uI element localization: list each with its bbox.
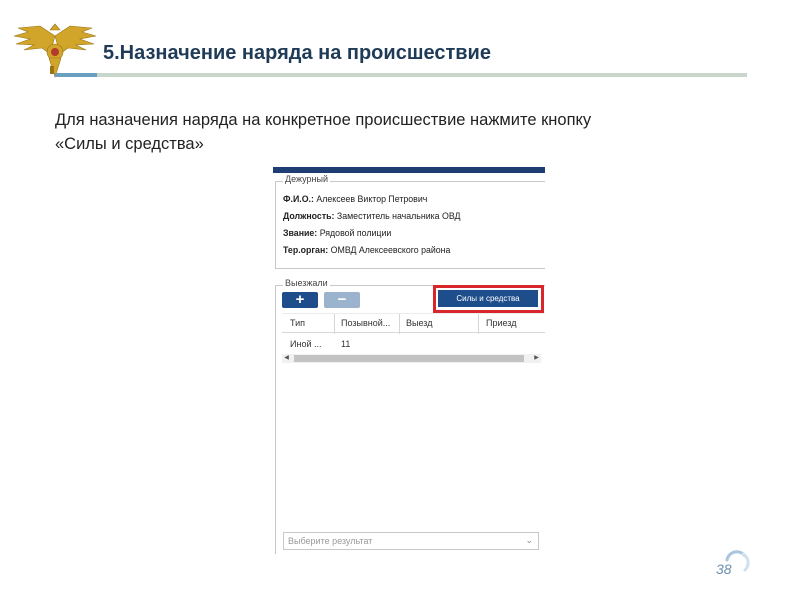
column-header-arrival[interactable]: Приезд <box>486 318 517 328</box>
title-divider-accent <box>55 73 97 77</box>
column-header-callsign[interactable]: Позывной... <box>341 318 390 328</box>
column-divider <box>399 314 400 334</box>
forces-and-means-button[interactable]: Силы и средства <box>438 290 538 307</box>
column-divider <box>478 314 479 334</box>
table-row[interactable]: Иной ... 11 <box>282 336 545 352</box>
terorgan-line: Тер.орган: ОМВД Алексеевского района <box>283 245 450 255</box>
rank-value: Рядовой полиции <box>319 228 392 238</box>
terorgan-value: ОМВД Алексеевского района <box>330 245 451 255</box>
fio-line: Ф.И.О.: Алексеев Виктор Петрович <box>283 194 427 204</box>
scrollbar-thumb[interactable] <box>294 355 524 362</box>
fio-label: Ф.И.О.: <box>283 194 314 204</box>
column-header-type[interactable]: Тип <box>290 318 305 328</box>
duty-officer-legend: Дежурный <box>283 174 330 184</box>
fio-value: Алексеев Виктор Петрович <box>316 194 428 204</box>
minus-icon: − <box>337 291 347 308</box>
title-divider <box>55 73 747 77</box>
scroll-right-icon[interactable]: ▶ <box>532 354 541 363</box>
incident-app-panel: Дежурный Ф.И.О.: Алексеев Виктор Петрови… <box>273 167 545 554</box>
rank-line: Звание: Рядовой полиции <box>283 228 391 238</box>
slide-title: 5.Назначение наряда на происшествие <box>103 42 491 64</box>
column-header-departure[interactable]: Выезд <box>406 318 432 328</box>
instruction-text: Для назначения наряда на конкретное прои… <box>55 108 735 156</box>
terorgan-label: Тер.орган: <box>283 245 329 255</box>
plus-icon: + <box>295 291 305 308</box>
units-grid-header: Тип Позывной... Выезд Приезд <box>282 313 545 334</box>
rank-label: Звание: <box>283 228 318 238</box>
result-select[interactable]: Выберите результат ⌄ <box>283 532 539 550</box>
instruction-line-2: «Силы и средства» <box>55 135 204 153</box>
chevron-down-icon[interactable]: ⌄ <box>525 535 533 546</box>
position-label: Должность: <box>283 211 335 221</box>
page-number: 38 <box>716 561 732 577</box>
cell-callsign: 11 <box>341 339 351 349</box>
dispatched-legend: Выезжали <box>283 278 330 288</box>
result-select-placeholder: Выберите результат <box>288 536 373 546</box>
cell-type: Иной ... <box>290 339 322 349</box>
column-divider <box>334 314 335 334</box>
horizontal-scrollbar[interactable]: ◀ ▶ <box>282 354 541 363</box>
duty-officer-group: Дежурный Ф.И.О.: Алексеев Виктор Петрови… <box>275 174 545 269</box>
scroll-left-icon[interactable]: ◀ <box>282 354 291 363</box>
app-top-bar <box>273 167 545 173</box>
position-value: Заместитель начальника ОВД <box>336 211 461 221</box>
add-unit-button[interactable]: + <box>282 292 318 308</box>
position-line: Должность: Заместитель начальника ОВД <box>283 211 460 221</box>
remove-unit-button[interactable]: − <box>324 292 360 308</box>
instruction-line-1: Для назначения наряда на конкретное прои… <box>55 111 592 129</box>
